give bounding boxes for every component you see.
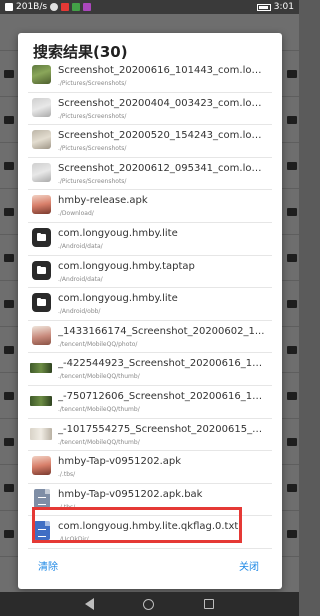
list-item[interactable]: _-1017554275_Screenshot_20200615_1... ./…: [28, 419, 272, 452]
results-list[interactable]: Screenshot_20200616_101443_com.lon... ./…: [28, 60, 272, 576]
file-path: ./.tbs/: [58, 503, 76, 511]
app-icon: [32, 195, 51, 215]
file-path: ./tencent/MobileQQ/thumb/: [58, 373, 140, 381]
list-item-highlighted[interactable]: hmby-Tap-v0951202.apk ./.tbs/: [28, 451, 272, 484]
file-name: hmby-Tap-v0951202.apk: [58, 456, 182, 468]
clock: 3:01: [273, 2, 294, 12]
file-name: _-1017554275_Screenshot_20200615_1...: [58, 423, 266, 435]
back-icon[interactable]: [84, 598, 94, 610]
cloud-icon: [50, 3, 59, 11]
file-path: ./tencent/MobileQQ/thumb/: [58, 405, 140, 413]
folder-icon: [32, 260, 51, 280]
file-icon: [34, 488, 50, 508]
notification-icon: [83, 3, 92, 11]
dialog-title: 搜索结果(30): [33, 43, 128, 61]
image-thumbnail-icon: [32, 162, 51, 182]
list-item[interactable]: _-750712606_Screenshot_20200616_10... ./…: [28, 386, 272, 419]
image-thumbnail-icon: [30, 363, 52, 374]
list-item[interactable]: com.longyoug.hmby.lite.qkflag.0.txt ./Uc…: [28, 516, 272, 549]
list-item[interactable]: hmby-release.apk ./Download/: [28, 190, 272, 223]
file-path: ./Android/data/: [58, 275, 103, 283]
list-item[interactable]: com.longyoug.hmby.taptap ./Android/data/: [28, 256, 272, 289]
network-speed: 201B/s: [16, 2, 48, 12]
notification-icon: [61, 3, 70, 11]
app-icon: [32, 456, 51, 476]
list-item[interactable]: com.longyoug.hmby.lite ./Android/data/: [28, 223, 272, 256]
file-name: _1433166174_Screenshot_20200602_1...: [58, 325, 265, 337]
file-path: ./Android/data/: [58, 242, 103, 250]
file-name: Screenshot_20200404_003423_com.lon...: [58, 97, 266, 109]
image-thumbnail-icon: [32, 65, 51, 84]
image-thumbnail-icon: [32, 97, 51, 117]
file-path: ./Download/: [58, 210, 94, 218]
file-path: ./Pictures/Screenshots/: [58, 145, 127, 153]
recent-apps-icon[interactable]: [204, 599, 215, 609]
status-bar: 201B/s 3:01: [0, 0, 299, 14]
list-item[interactable]: Screenshot_20200520_154243_com.lon... ./…: [28, 125, 272, 158]
file-name: com.longyoug.hmby.lite: [58, 227, 178, 239]
file-path: ./UcQkDir/: [58, 536, 89, 544]
file-name: Screenshot_20200520_154243_com.lon...: [58, 130, 266, 142]
file-name: com.longyoug.hmby.lite: [58, 293, 178, 305]
folder-icon: [32, 293, 51, 313]
list-item[interactable]: hmby-Tap-v0951202.apk.bak ./.tbs/: [28, 484, 272, 517]
file-name: com.longyoug.hmby.taptap: [58, 260, 195, 272]
search-results-dialog: 搜索结果(30) Screenshot_20200616_101443_com.…: [18, 33, 282, 589]
list-item[interactable]: _-422544923_Screenshot_20200616_10... ./…: [28, 353, 272, 386]
file-path: ./Pictures/Screenshots/: [58, 80, 127, 87]
navigation-bar: [0, 592, 299, 616]
notification-icon: [72, 3, 81, 11]
file-path: ./Android/obb/: [58, 308, 101, 316]
file-name: hmby-Tap-v0951202.apk.bak: [58, 488, 203, 500]
image-thumbnail-icon: [30, 427, 52, 440]
signal-icon: [5, 3, 13, 11]
file-path: ./Pictures/Screenshots/: [58, 177, 127, 185]
folder-icon: [32, 227, 51, 247]
list-item[interactable]: Screenshot_20200612_095341_com.lon... ./…: [28, 158, 272, 191]
clear-button[interactable]: 清除: [38, 558, 58, 573]
list-item[interactable]: Screenshot_20200404_003423_com.lon... ./…: [28, 93, 272, 126]
file-name: Screenshot_20200616_101443_com.lon...: [58, 65, 266, 76]
file-path: ./.tbs/: [58, 471, 76, 479]
home-icon[interactable]: [143, 598, 155, 610]
close-button[interactable]: 关闭: [239, 558, 259, 573]
image-thumbnail-icon: [30, 395, 52, 406]
file-name: _-422544923_Screenshot_20200616_10...: [58, 358, 266, 370]
image-thumbnail-icon: [32, 325, 51, 345]
list-item[interactable]: _1433166174_Screenshot_20200602_1... ./t…: [28, 321, 272, 354]
file-name: Screenshot_20200612_095341_com.lon...: [58, 162, 266, 174]
file-name: _-750712606_Screenshot_20200616_10...: [58, 390, 266, 402]
document-icon: [34, 521, 50, 541]
image-thumbnail-icon: [32, 130, 51, 150]
file-name: com.longyoug.hmby.lite.qkflag.0.txt: [58, 521, 239, 533]
file-path: ./tencent/MobileQQ/photo/: [58, 340, 138, 348]
list-item[interactable]: Screenshot_20200616_101443_com.lon... ./…: [28, 60, 272, 93]
file-name: hmby-release.apk: [58, 195, 148, 207]
battery-icon: [256, 3, 271, 11]
list-item[interactable]: com.longyoug.hmby.lite ./Android/obb/: [28, 288, 272, 321]
file-path: ./tencent/MobileQQ/thumb/: [58, 438, 140, 446]
file-path: ./Pictures/Screenshots/: [58, 112, 127, 120]
